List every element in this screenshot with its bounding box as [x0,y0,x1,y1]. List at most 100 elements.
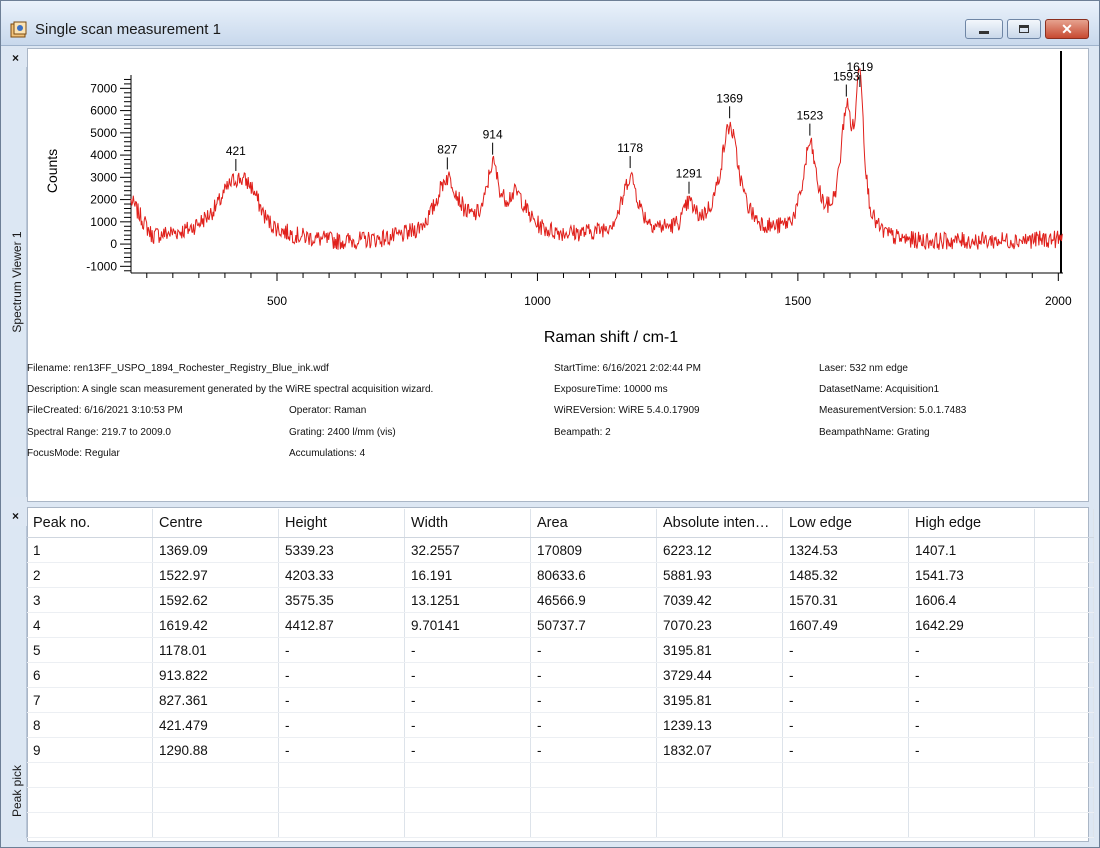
table-cell [530,762,657,788]
table-cell [27,812,153,838]
col-width[interactable]: Width [404,509,531,538]
table-cell: 4 [27,612,153,638]
table-cell [530,812,657,838]
y-tick-label: 7000 [90,81,117,95]
table-cell: 80633.6 [530,562,657,588]
x-tick-label: 2000 [1045,294,1072,308]
table-cell: - [278,637,405,663]
table-cell [1034,812,1094,838]
table-cell [1034,712,1094,738]
peak-label: 421 [226,144,246,158]
table-row[interactable]: 2 1522.97 4203.33 16.191 80633.6 5881.93 1485.… [27,562,1094,588]
table-cell: 170809 [530,537,657,563]
y-tick-label: 4000 [90,148,117,162]
table-cell: - [278,712,405,738]
meta-wire-version: WiREVersion: WiRE 5.4.0.17909 [554,405,700,416]
table-cell: 1642.29 [908,612,1035,638]
table-cell: 1239.13 [656,712,783,738]
table-row[interactable]: 9 1290.88- - -1832.07- - [27,737,1094,763]
table-cell [782,762,909,788]
table-cell [1034,587,1094,613]
col-absolute-intensity[interactable]: Absolute inten… [656,509,783,538]
table-cell [530,787,657,813]
table-cell: 5 [27,637,153,663]
meta-laser: Laser: 532 nm edge [819,363,908,374]
col-centre[interactable]: Centre [152,509,279,538]
col-area[interactable]: Area [530,509,657,538]
table-cell [656,762,783,788]
table-row[interactable]: 6 913.822- - -3729.44- - [27,662,1094,688]
table-row[interactable]: 1 1369.09 5339.23 32.2557 170809 6223.12 1324.… [27,537,1094,563]
table-cell: 2 [27,562,153,588]
col-low-edge[interactable]: Low edge [782,509,909,538]
table-cell: - [908,687,1035,713]
y-tick-label: 0 [110,237,117,251]
meta-dataset: DatasetName: Acquisition1 [819,384,940,395]
table-cell [1034,637,1094,663]
table-cell: 5339.23 [278,537,405,563]
peak-table[interactable]: Peak no. Centre Height Width Area Absolu… [27,509,1094,838]
table-cell: 50737.7 [530,612,657,638]
table-cell: - [530,712,657,738]
table-cell [1034,612,1094,638]
table-row[interactable]: 3 1592.62 3575.35 13.1251 46566.9 7039.42 1570… [27,587,1094,613]
table-row[interactable]: 8 421.479- - -1239.13- - [27,712,1094,738]
table-row[interactable]: 7 827.361- - -3195.81- - [27,687,1094,713]
table-cell [1034,687,1094,713]
meta-measurement-version: MeasurementVersion: 5.0.1.7483 [819,405,967,416]
col-high-edge[interactable]: High edge [908,509,1035,538]
peak-table-header: Peak no. Centre Height Width Area Absolu… [27,509,1094,538]
table-cell: 1324.53 [782,537,909,563]
table-cell: 7 [27,687,153,713]
table-cell: 1592.62 [152,587,279,613]
meta-operator: Operator: Raman [289,405,367,416]
y-axis-label: Counts [44,149,60,193]
y-tick-label: 5000 [90,126,117,140]
table-cell [152,762,279,788]
table-cell: - [404,637,531,663]
empty-row[interactable] [27,812,1094,838]
table-row[interactable]: 4 1619.42 4412.87 9.70141 50737.7 7070.23 1607… [27,612,1094,638]
table-cell: 1290.88 [152,737,279,763]
table-cell: 3575.35 [278,587,405,613]
peak-pick-label: Peak pick [10,765,24,818]
peak-label: 827 [437,142,457,156]
table-cell: - [908,637,1035,663]
table-cell [1034,562,1094,588]
table-cell: - [530,662,657,688]
table-cell: 1541.73 [908,562,1035,588]
table-row[interactable]: 5 1178.01- - -3195.81- - [27,637,1094,663]
spectrum-chart[interactable]: 7000 6000 5000 4000 3000 2000 1000 0 -1000 500 100… [1,1,1100,351]
empty-row[interactable] [27,787,1094,813]
meta-spectral-range: Spectral Range: 219.7 to 2009.0 [27,427,171,438]
peak-label: 1523 [797,109,824,123]
table-cell: 421.479 [152,712,279,738]
col-filler [1034,509,1094,538]
empty-row[interactable] [27,762,1094,788]
peak-labels: 421 827914117812911369152315931619 [226,60,874,194]
table-cell: 3195.81 [656,637,783,663]
table-cell: 1607.49 [782,612,909,638]
table-cell [656,787,783,813]
table-cell: 6223.12 [656,537,783,563]
meta-accumulations: Accumulations: 4 [289,448,366,459]
table-cell: - [782,737,909,763]
table-cell: 7039.42 [656,587,783,613]
col-height[interactable]: Height [278,509,405,538]
meta-grating: Grating: 2400 l/mm (vis) [289,427,396,438]
table-cell: 3729.44 [656,662,783,688]
meta-start-time: StartTime: 6/16/2021 2:02:44 PM [554,363,701,374]
col-peak-no[interactable]: Peak no. [27,509,153,538]
table-cell [908,762,1035,788]
table-cell: - [908,712,1035,738]
table-cell: 5881.93 [656,562,783,588]
spectrum-series-line [130,68,1063,250]
peak-label: 1369 [716,91,743,105]
table-cell: 16.191 [404,562,531,588]
table-cell: 13.1251 [404,587,531,613]
table-cell: - [404,687,531,713]
table-cell: 913.822 [152,662,279,688]
meta-beampath-name: BeampathName: Grating [819,427,930,438]
peak-pick-close-icon[interactable]: × [12,509,19,523]
table-cell [782,787,909,813]
